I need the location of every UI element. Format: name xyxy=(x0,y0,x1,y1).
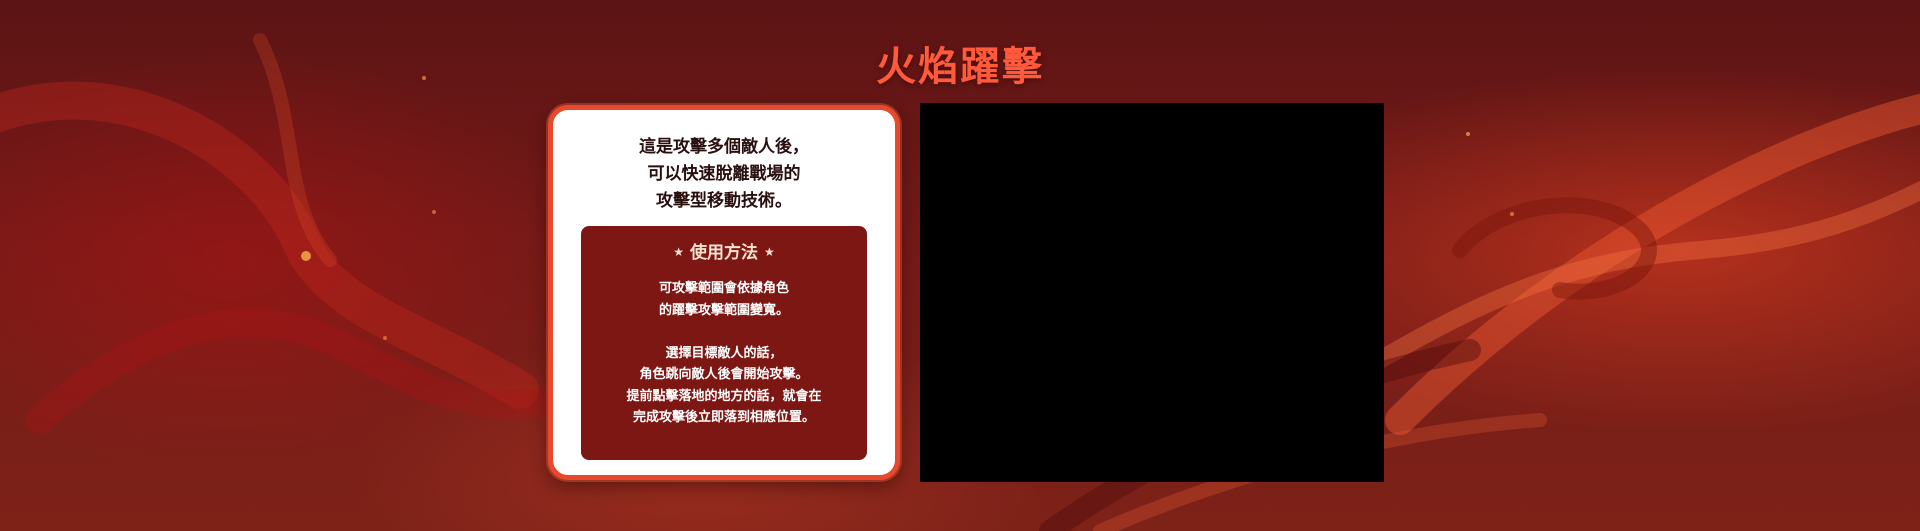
star-icon: ★ xyxy=(673,245,684,259)
usage-panel: ★ 使用方法 ★ 可攻擊範圍會依據角色 的躍擊攻擊範圍變寬。 選擇目標敵人的話， 角… xyxy=(581,226,867,460)
usage-heading: 使用方法 xyxy=(690,243,758,263)
skill-intro-text: 這是攻擊多個敵人後， 可以快速脫離戰場的 攻擊型移動技術。 xyxy=(639,137,809,211)
skill-preview-video[interactable] xyxy=(920,103,1384,482)
hero-banner: 火焰躍擊 這是攻擊多個敵人後， 可以快速脫離戰場的 攻擊型移動技術。 ★ 使用方法… xyxy=(0,0,1920,531)
star-icon: ★ xyxy=(764,245,775,259)
page-title: 火焰躍擊 xyxy=(876,44,1044,90)
usage-heading-row: ★ 使用方法 ★ xyxy=(581,241,867,264)
skill-info-card: 這是攻擊多個敵人後， 可以快速脫離戰場的 攻擊型移動技術。 ★ 使用方法 ★ 可攻擊… xyxy=(548,105,900,480)
usage-description: 可攻擊範圍會依據角色 的躍擊攻擊範圍變寬。 選擇目標敵人的話， 角色跳向敵人後會… xyxy=(626,281,822,425)
